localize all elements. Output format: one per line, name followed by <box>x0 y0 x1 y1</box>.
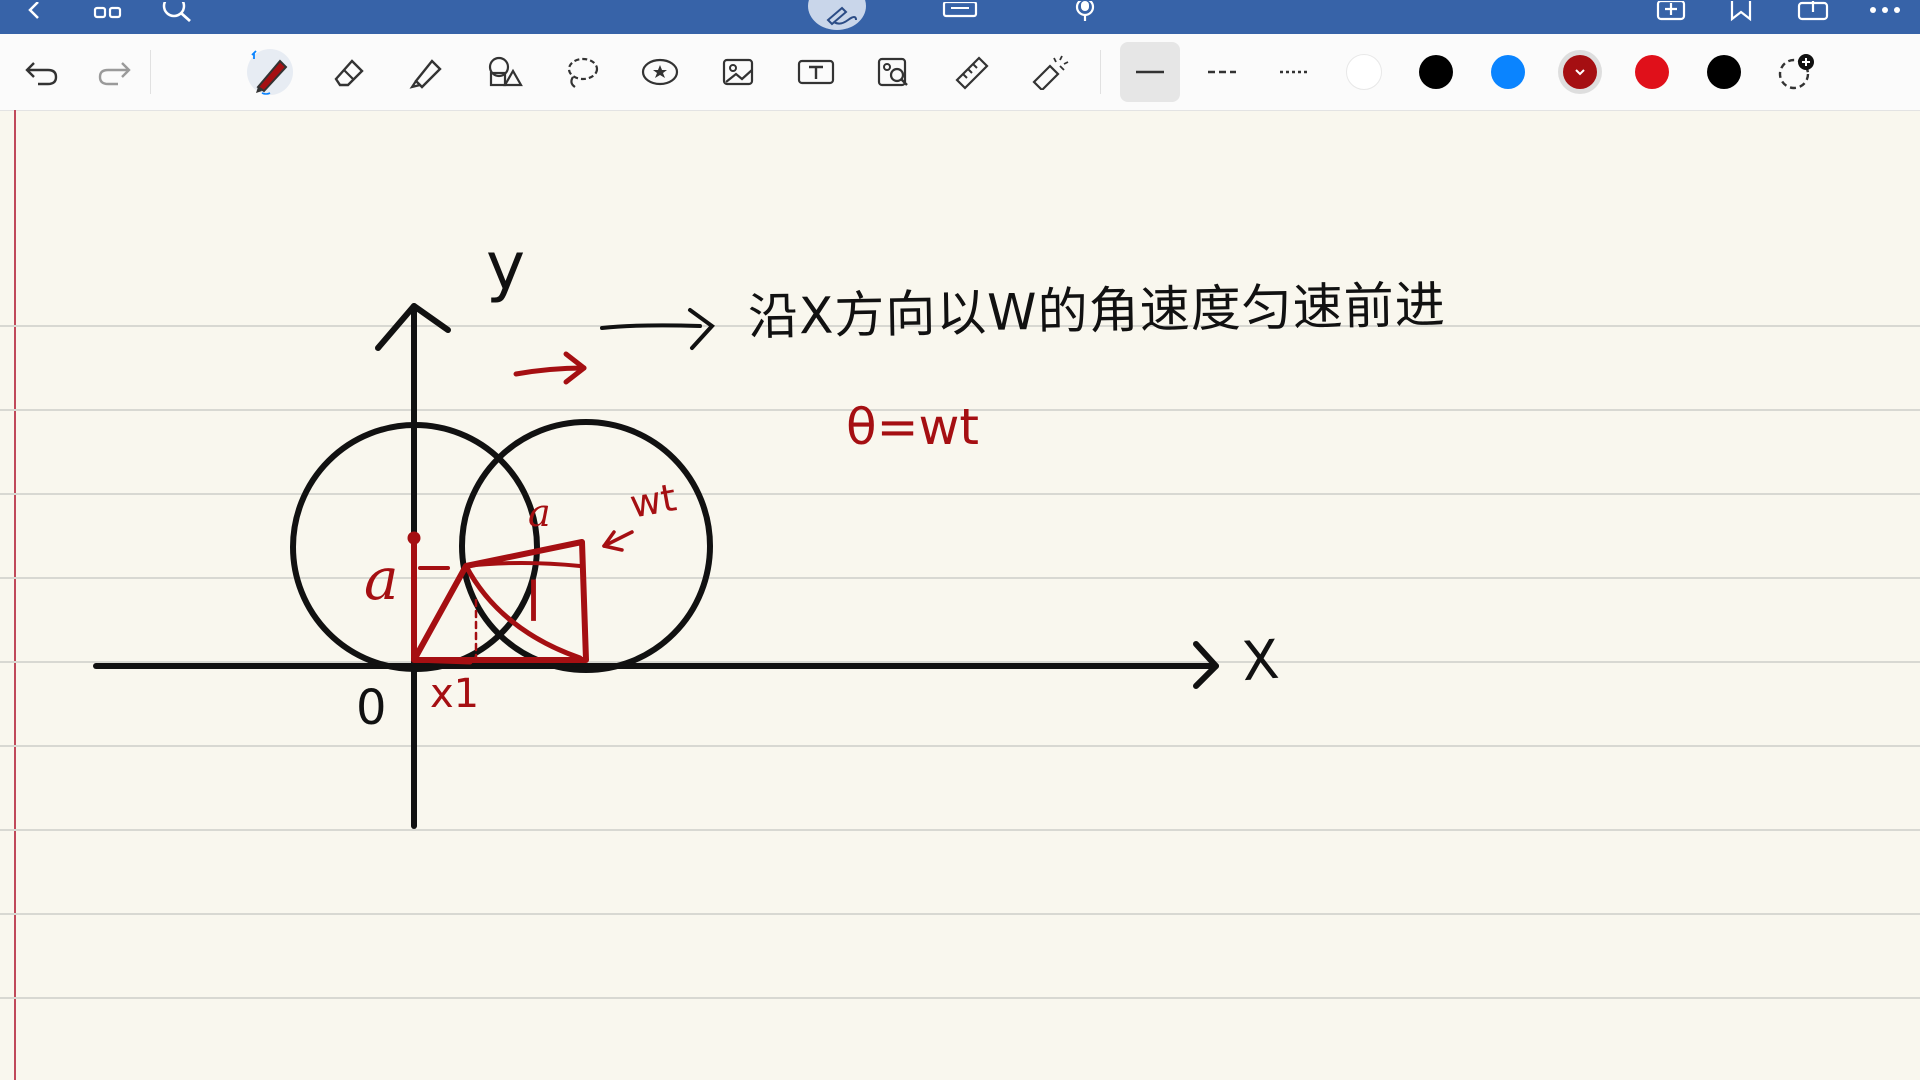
search-icon[interactable] <box>160 0 194 24</box>
motion-arrow-shaft <box>600 323 702 330</box>
red-chord <box>464 561 582 568</box>
color-swatch-black-2[interactable] <box>1707 55 1741 89</box>
photo-search-icon[interactable] <box>871 49 917 95</box>
back-chevron-icon[interactable] <box>24 0 44 24</box>
redo-icon[interactable] <box>91 49 137 95</box>
toolbar-divider <box>1100 50 1101 94</box>
sticker-icon[interactable] <box>637 49 683 95</box>
lasso-icon[interactable] <box>559 49 605 95</box>
share-icon[interactable] <box>1796 0 1830 24</box>
y-axis-label: y <box>486 228 526 305</box>
drawing-toolbar <box>0 34 1920 111</box>
pen-mode-icon[interactable] <box>808 0 866 30</box>
ruler-icon[interactable] <box>949 49 995 95</box>
label-a-left: a <box>364 545 399 613</box>
label-l: l <box>526 571 542 634</box>
red-geometry <box>411 539 589 663</box>
note-page[interactable]: y X 0 沿X方向以W的角速度匀速前进 θ=wt a a wt l x1 <box>0 110 1920 1080</box>
eraser-icon[interactable] <box>325 49 371 95</box>
shapes-icon[interactable] <box>481 49 527 95</box>
label-wt: wt <box>626 475 680 527</box>
toolbar-divider <box>150 50 151 94</box>
keyboard-icon[interactable] <box>942 0 978 24</box>
theta-equation: θ=wt <box>846 398 979 456</box>
x-axis-label: X <box>1239 627 1282 694</box>
top-system-bar <box>0 0 1920 34</box>
label-a-top: a <box>528 491 551 535</box>
add-color-icon[interactable] <box>1773 49 1819 95</box>
undo-icon[interactable] <box>19 49 65 95</box>
text-icon[interactable] <box>793 49 839 95</box>
image-icon[interactable] <box>715 49 761 95</box>
heading-text: 沿X方向以W的角速度匀速前进 <box>747 275 1447 347</box>
motion-arrow-head <box>688 308 715 350</box>
red-top-point <box>407 531 421 545</box>
origin-label: 0 <box>356 680 387 736</box>
chevron-down-icon <box>1575 69 1585 76</box>
more-icon[interactable] <box>1868 0 1902 24</box>
color-swatch-blue[interactable] <box>1491 55 1525 89</box>
microphone-icon[interactable] <box>1070 0 1100 24</box>
pen-icon[interactable] <box>247 49 293 95</box>
color-swatch-dark-red[interactable] <box>1563 55 1597 89</box>
line-style-dashed[interactable] <box>1192 42 1252 102</box>
line-style-dotted[interactable] <box>1264 42 1324 102</box>
line-style-solid[interactable] <box>1120 42 1180 102</box>
add-page-icon[interactable] <box>1654 0 1688 24</box>
color-swatch-red[interactable] <box>1635 55 1669 89</box>
color-swatch-black[interactable] <box>1419 55 1453 89</box>
bookmark-icon[interactable] <box>1726 0 1756 24</box>
red-x1-segment <box>411 657 473 665</box>
color-swatch-white[interactable] <box>1346 54 1382 90</box>
handwritten-drawing <box>93 303 1219 829</box>
label-x1: x1 <box>430 671 480 717</box>
laser-pointer-icon[interactable] <box>1027 49 1073 95</box>
highlighter-icon[interactable] <box>403 49 449 95</box>
grid-icon[interactable] <box>92 0 124 24</box>
